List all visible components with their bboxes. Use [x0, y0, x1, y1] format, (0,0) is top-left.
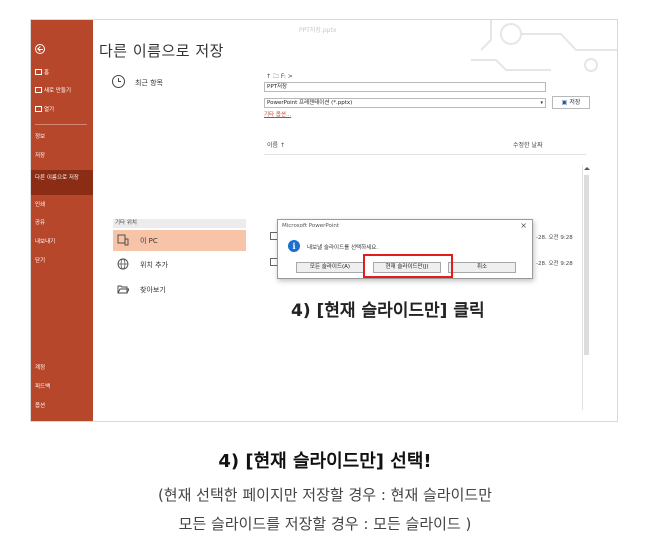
new-document-icon — [35, 87, 42, 93]
column-header-modified[interactable]: 수정한 날짜 — [513, 140, 543, 149]
close-icon[interactable]: × — [520, 221, 527, 230]
sidebar-item-home[interactable]: 홈 — [35, 69, 49, 77]
sidebar-item-close[interactable]: 닫기 — [35, 258, 45, 265]
floppy-disk-icon: ▣ — [561, 99, 568, 106]
cancel-button[interactable]: 취소 — [448, 262, 516, 273]
sidebar-item-export[interactable]: 내보내기 — [35, 239, 55, 246]
caption-line: 모든 슬라이드를 저장할 경우 : 모든 슬라이드 ) — [178, 515, 472, 533]
filename-input[interactable]: PPT저장 — [264, 82, 546, 92]
breadcrumb[interactable]: ↑ 🗀 F: > — [266, 72, 293, 82]
column-header-name[interactable]: 이름 ↑ — [267, 140, 285, 149]
row-date: -28. 오전 9:28 — [536, 235, 573, 241]
page-title: 다른 이름으로 저장 — [99, 42, 224, 60]
highlight-box — [363, 254, 453, 278]
filetype-select[interactable]: PowerPoint 프레젠테이션 (*.pptx) ▾ — [264, 98, 546, 108]
location-add-place[interactable]: 위치 추가 — [113, 254, 246, 275]
callout-text: 4) [현재 슬라이드만] 클릭 — [291, 301, 485, 321]
sidebar-item-feedback[interactable]: 피드백 — [35, 384, 50, 391]
sidebar-item-info[interactable]: 정보 — [35, 134, 45, 141]
scroll-up-icon[interactable] — [584, 167, 590, 170]
home-icon — [35, 69, 42, 75]
location-this-pc[interactable]: 이 PC — [113, 230, 246, 251]
sidebar-item-options[interactable]: 옵션 — [35, 403, 45, 410]
sidebar-item-new[interactable]: 새로 만들기 — [35, 87, 71, 95]
more-options-link[interactable]: 기타 옵션... — [264, 110, 291, 118]
save-button[interactable]: ▣ 저장 — [552, 96, 590, 109]
row-date: -28. 오전 9:28 — [536, 261, 573, 267]
sidebar-item-open[interactable]: 열기 — [35, 106, 54, 114]
folder-icon — [35, 106, 42, 112]
back-arrow-icon[interactable] — [35, 44, 45, 54]
open-folder-icon — [117, 285, 129, 294]
info-icon: i — [288, 240, 300, 252]
computer-icon — [117, 234, 129, 246]
screenshot-frame: 홈 새로 만들기 열기 정보 저장 다른 이름으로 저장 인쇄 공유 내보내기 … — [30, 19, 618, 422]
sidebar-item-save[interactable]: 저장 — [35, 153, 45, 160]
sidebar-item-print[interactable]: 인쇄 — [35, 202, 45, 209]
scroll-thumb[interactable] — [584, 175, 589, 355]
globe-icon — [117, 258, 129, 270]
caption-line: (현재 선택한 페이지만 저장할 경우 : 현재 슬라이드만 — [157, 486, 493, 504]
location-browse[interactable]: 찾아보기 — [113, 279, 246, 300]
dialog-message: 내보낼 슬라이드를 선택하세요. — [307, 245, 379, 251]
sidebar-item-account[interactable]: 계정 — [35, 365, 45, 372]
all-slides-button[interactable]: 모든 슬라이드(A) — [296, 262, 364, 273]
caption-title: 4) [현재 슬라이드만] 선택! — [218, 451, 432, 472]
circuit-decoration-icon — [471, 20, 617, 72]
divider — [264, 154, 586, 155]
backstage-sidebar: 홈 새로 만들기 열기 정보 저장 다른 이름으로 저장 인쇄 공유 내보내기 … — [31, 20, 93, 421]
sidebar-item-save-as[interactable]: 다른 이름으로 저장 — [31, 170, 93, 195]
sidebar-item-share[interactable]: 공유 — [35, 220, 45, 227]
scrollbar[interactable] — [582, 165, 590, 410]
other-locations-header: 기타 위치 — [113, 219, 246, 228]
chevron-down-icon: ▾ — [540, 100, 543, 106]
clock-icon — [112, 75, 125, 88]
sidebar-divider — [35, 124, 87, 125]
dialog-title: Microsoft PowerPoint — [282, 223, 340, 229]
window-title: PPT저장.pptx — [299, 27, 337, 34]
